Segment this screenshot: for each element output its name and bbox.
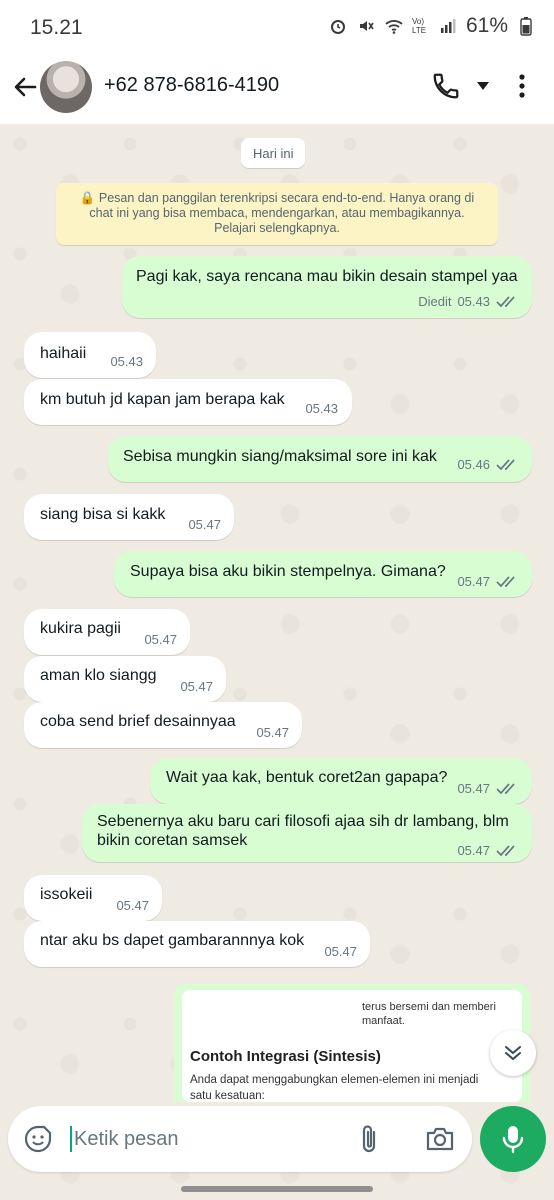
message-bubble[interactable]: Supaya bisa aku bikin stempelnya. Gimana… (114, 551, 532, 597)
message-text: Sebenernya aku baru cari filosofi ajaa s… (97, 813, 509, 849)
wifi-icon (384, 16, 404, 36)
message-meta: Diedit 05.43 (418, 294, 520, 309)
microphone-icon (502, 1126, 524, 1154)
message-bubble[interactable]: ntar aku bs dapet gambarannnya kok 05.47 (24, 921, 370, 967)
message-composer (8, 1106, 472, 1172)
message-text: issokeii (40, 886, 93, 903)
message-text: ntar aku bs dapet gambarannnya kok (40, 932, 305, 949)
back-button[interactable] (8, 70, 42, 104)
message-bubble[interactable]: Wait yaa kak, bentuk coret2an gapapa? 05… (150, 758, 532, 804)
message-text: km butuh jd kapan jam berapa kak (40, 391, 285, 408)
preview-top-text: terus bersemi dan memberi manfaat. (362, 1001, 496, 1027)
message-bubble[interactable]: coba send brief desainnyaa 05.47 (24, 702, 302, 748)
message-text: coba send brief desainnyaa (40, 713, 236, 730)
message-bubble[interactable]: Sebisa mungkin siang/maksimal sore ini k… (108, 436, 532, 482)
message-time: 05.43 (305, 401, 338, 416)
voice-call-button[interactable] (428, 68, 464, 104)
message-bubble[interactable]: siang bisa si kakk 05.47 (24, 494, 234, 540)
phone-icon (433, 73, 459, 99)
message-time: 05.47 (116, 898, 149, 913)
message-meta: 05.47 (457, 574, 520, 589)
message-time: 05.43 (457, 294, 490, 309)
message-time: 05.47 (324, 944, 357, 959)
emoji-button[interactable] (20, 1121, 56, 1157)
caret-down-icon (477, 82, 489, 90)
message-text: Pagi kak, saya rencana mau bikin desain … (136, 268, 518, 285)
message-text: Wait yaa kak, bentuk coret2an gapapa? (166, 769, 448, 786)
message-text: kukira pagii (40, 620, 121, 637)
double-check-icon (496, 782, 520, 796)
double-check-icon (496, 295, 520, 309)
more-options-button[interactable] (508, 68, 536, 104)
scroll-to-bottom-button[interactable] (490, 1030, 536, 1076)
double-check-icon (496, 458, 520, 472)
mute-icon (356, 16, 376, 36)
message-bubble[interactable]: Pagi kak, saya rencana mau bikin desain … (122, 256, 532, 318)
preview-body: Anda dapat menggabungkan elemen-elemen i… (190, 1074, 479, 1102)
message-input[interactable] (74, 1120, 334, 1158)
message-time: 05.47 (256, 725, 289, 740)
sticker-icon (24, 1125, 52, 1153)
paperclip-icon (362, 1125, 376, 1153)
message-time: 05.46 (457, 457, 490, 472)
message-bubble[interactable]: Sebenernya aku baru cari filosofi ajaa s… (82, 804, 532, 862)
camera-icon (426, 1127, 454, 1151)
message-time: 05.47 (180, 679, 213, 694)
contact-name[interactable]: +62 878-6816-4190 (104, 74, 279, 97)
call-options-button[interactable] (472, 72, 494, 100)
message-bubble[interactable]: aman klo siangg 05.47 (24, 656, 226, 702)
camera-button[interactable] (422, 1121, 458, 1157)
voice-message-button[interactable] (480, 1106, 546, 1172)
message-bubble[interactable]: kukira pagii 05.47 (24, 609, 190, 655)
back-arrow-icon (14, 77, 37, 97)
message-time: 05.47 (457, 843, 490, 858)
edited-label: Diedit (418, 294, 452, 309)
double-check-icon (496, 575, 520, 589)
chat-header: +62 878-6816-4190 (0, 56, 554, 124)
attach-button[interactable] (352, 1121, 386, 1157)
text-cursor (70, 1126, 72, 1152)
message-time: 05.47 (457, 781, 490, 796)
more-vertical-icon (519, 74, 525, 98)
message-meta: 05.46 (457, 457, 520, 472)
message-text: aman klo siangg (40, 667, 157, 684)
double-check-icon (496, 844, 520, 858)
signal-icon (438, 16, 458, 36)
double-chevron-down-icon (505, 1046, 521, 1061)
message-bubble[interactable]: issokeii 05.47 (24, 875, 162, 921)
message-text: Supaya bisa aku bikin stempelnya. Gimana… (130, 563, 446, 580)
volte-icon: Vo) LTE (411, 17, 427, 35)
message-time: 05.47 (144, 632, 177, 647)
message-time: 05.47 (188, 517, 221, 532)
message-text: Sebisa mungkin siang/maksimal sore ini k… (123, 448, 437, 465)
message-meta: 05.47 (457, 843, 520, 858)
message-bubble[interactable]: km butuh jd kapan jam berapa kak 05.43 (24, 379, 352, 425)
date-chip: Hari ini (241, 138, 306, 168)
encryption-notice[interactable]: 🔒 Pesan dan panggilan terenkripsi secara… (56, 183, 498, 245)
message-time: 05.43 (110, 354, 143, 369)
status-bar: 15.21 Vo) LTE 61% (0, 0, 554, 56)
image-message-preview[interactable]: terus bersemi dan memberi manfaat. Conto… (174, 984, 530, 1102)
preview-title: Contoh Integrasi (Sintesis) (190, 1048, 381, 1065)
chat-area[interactable]: Hari ini 🔒 Pesan dan panggilan terenkrip… (0, 124, 554, 1200)
alarm-icon (328, 16, 348, 36)
message-time: 05.47 (457, 574, 490, 589)
message-text: haihaii (40, 345, 87, 362)
status-icons: Vo) LTE 61% (328, 14, 536, 38)
message-bubble[interactable]: haihaii 05.43 (24, 332, 156, 378)
preview-content: terus bersemi dan memberi manfaat. Conto… (182, 990, 522, 1102)
status-time: 15.21 (30, 16, 83, 39)
avatar[interactable] (40, 61, 92, 113)
home-indicator[interactable] (181, 1186, 373, 1192)
message-text: siang bisa si kakk (40, 506, 166, 523)
message-meta: 05.47 (457, 781, 520, 796)
battery-icon (516, 16, 536, 36)
battery-percent: 61% (465, 14, 508, 37)
